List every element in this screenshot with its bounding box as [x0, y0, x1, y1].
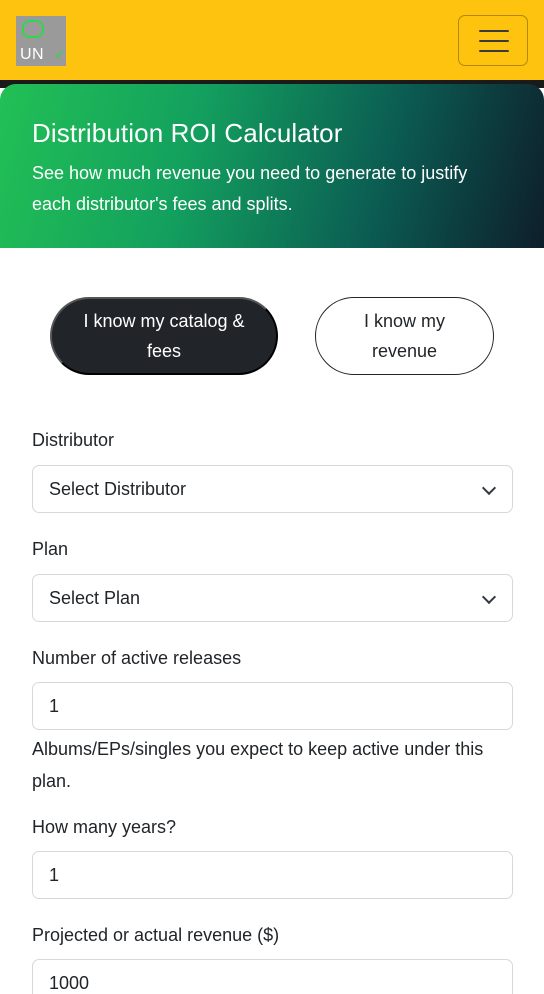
top-navbar: UN ✓: [0, 0, 544, 82]
logo-ring-shape: [22, 20, 44, 38]
logo-check-icon: ✓: [54, 46, 66, 62]
page-subtitle: See how much revenue you need to generat…: [32, 163, 468, 214]
page-title: Distribution ROI Calculator: [32, 118, 343, 148]
revenue-label: Projected or actual revenue ($): [32, 925, 280, 945]
revenue-input-value: 1000: [49, 973, 90, 993]
mode-catalog-label: I know my catalog & fees: [83, 311, 245, 361]
releases-label: Number of active releases: [32, 648, 242, 668]
mode-catalog-button[interactable]: I know my catalog & fees: [50, 297, 278, 375]
logo-text: UN: [20, 46, 45, 63]
un-logo-icon[interactable]: UN ✓: [16, 16, 66, 66]
years-input-value: 1: [49, 865, 60, 885]
chevron-down-icon: [481, 589, 497, 605]
plan-select-value: Select Plan: [49, 588, 141, 608]
mode-revenue-button[interactable]: I know my revenue: [315, 297, 494, 375]
plan-label: Plan: [32, 539, 69, 559]
releases-help-text: Albums/EPs/singles you expect to keep ac…: [32, 739, 484, 791]
releases-input[interactable]: 1: [32, 682, 513, 730]
distributor-select[interactable]: Select Distributor: [32, 465, 513, 513]
hamburger-menu-button[interactable]: [458, 15, 528, 66]
distributor-select-value: Select Distributor: [49, 479, 187, 499]
chevron-down-icon: [481, 480, 497, 496]
years-input[interactable]: 1: [32, 851, 513, 899]
years-label: How many years?: [32, 817, 177, 837]
distributor-label: Distributor: [32, 430, 115, 450]
revenue-input[interactable]: 1000: [32, 959, 513, 994]
plan-select[interactable]: Select Plan: [32, 574, 513, 622]
mode-revenue-label: I know my revenue: [363, 311, 446, 361]
releases-input-value: 1: [49, 696, 60, 716]
